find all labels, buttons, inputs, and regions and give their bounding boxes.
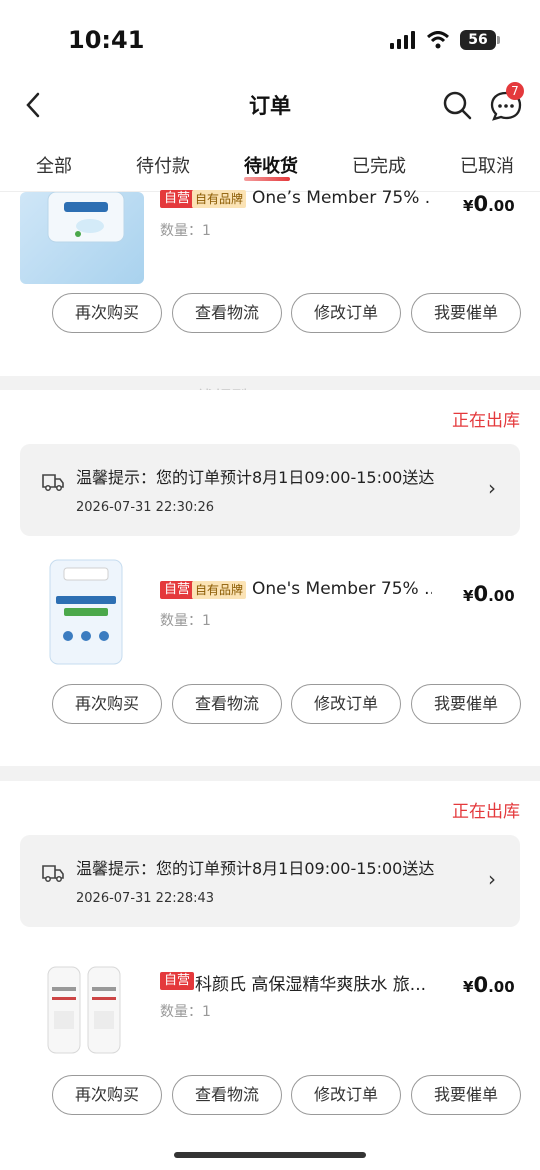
order-card: 正在出库 温馨提示：您的订单预计8月1日09:00-15:00送达 2026-0… bbox=[0, 781, 540, 1170]
urge-order-button[interactable]: 我要催单 bbox=[411, 1075, 521, 1115]
price: ¥0.00 bbox=[463, 973, 515, 997]
delivery-tip[interactable]: 温馨提示：您的订单预计8月1日09:00-15:00送达 2026-07-31 … bbox=[20, 835, 520, 927]
quantity: 数量：1 bbox=[160, 1004, 211, 1020]
product-image[interactable] bbox=[20, 192, 144, 284]
delivery-tip[interactable]: 温馨提示：您的订单预计8月1日09:00-15:00送达 2026-07-31 … bbox=[20, 444, 520, 536]
message-count-badge: 7 bbox=[506, 82, 524, 100]
delivery-truck-icon bbox=[42, 865, 64, 882]
delivery-tip-text: 温馨提示：您的订单预计8月1日09:00-15:00送达 bbox=[76, 468, 435, 487]
tab-completed[interactable]: 已完成 bbox=[352, 152, 406, 178]
self-operated-badge: 自营 bbox=[160, 972, 195, 990]
buy-again-button[interactable]: 再次购买 bbox=[52, 293, 162, 333]
order-card: 正在出库 温馨提示：您的订单预计8月1日09:00-15:00送达 2026-0… bbox=[0, 390, 540, 766]
product-image[interactable] bbox=[42, 556, 130, 668]
urge-order-button[interactable]: 我要催单 bbox=[411, 684, 521, 724]
quantity: 数量：1 bbox=[160, 613, 211, 629]
signal-icon bbox=[390, 31, 415, 49]
modify-order-button[interactable]: 修改订单 bbox=[291, 684, 401, 724]
order-tabs: 全部 待付款 待收货 已完成 已取消 bbox=[0, 140, 540, 192]
delivery-tip-text: 温馨提示：您的订单预计8月1日09:00-15:00送达 bbox=[76, 859, 435, 878]
modify-order-button[interactable]: 修改订单 bbox=[291, 293, 401, 333]
active-tab-indicator bbox=[244, 177, 290, 181]
price: ¥0.00 bbox=[463, 582, 515, 606]
price: ¥0.00 bbox=[463, 192, 515, 216]
own-brand-badge: 自有品牌 bbox=[192, 190, 247, 208]
own-brand-badge: 自有品牌 bbox=[192, 581, 247, 599]
clock: 10:41 bbox=[68, 26, 145, 54]
modify-order-button[interactable]: 修改订单 bbox=[291, 1075, 401, 1115]
chevron-right-icon: › bbox=[488, 867, 496, 891]
self-operated-badge: 自营 bbox=[160, 190, 195, 208]
self-operated-badge: 自营 bbox=[160, 581, 195, 599]
product-image[interactable] bbox=[42, 961, 132, 1057]
delivery-tip-time: 2026-07-31 22:28:43 bbox=[76, 891, 215, 906]
tab-pending-payment[interactable]: 待付款 bbox=[136, 152, 190, 178]
track-shipment-button[interactable]: 查看物流 bbox=[172, 684, 282, 724]
tab-all[interactable]: 全部 bbox=[36, 152, 72, 178]
buy-again-button[interactable]: 再次购买 bbox=[52, 1075, 162, 1115]
battery-icon: 56 bbox=[460, 30, 500, 50]
product-title[interactable]: One’s Member 75% ... bbox=[252, 188, 432, 208]
home-indicator[interactable] bbox=[174, 1152, 366, 1158]
product-title[interactable]: 科颜氏 高保湿精华爽肤水 旅... bbox=[195, 970, 431, 995]
delivery-truck-icon bbox=[42, 474, 64, 491]
search-icon[interactable] bbox=[440, 88, 474, 122]
track-shipment-button[interactable]: 查看物流 bbox=[172, 1075, 282, 1115]
tab-cancelled[interactable]: 已取消 bbox=[460, 152, 514, 178]
buy-again-button[interactable]: 再次购买 bbox=[52, 684, 162, 724]
delivery-tip-time: 2026-07-31 22:30:26 bbox=[76, 500, 215, 515]
quantity: 数量：1 bbox=[160, 223, 211, 239]
order-card: 自营 自有品牌 One’s Member 75% ... 数量：1 ¥0.00 … bbox=[0, 188, 540, 376]
nav-bar: 订单 7 bbox=[0, 80, 540, 140]
order-status: 正在出库 bbox=[452, 411, 520, 431]
order-status: 正在出库 bbox=[452, 802, 520, 822]
product-title[interactable]: One's Member 75% ... bbox=[252, 579, 432, 599]
status-icons: 56 bbox=[390, 30, 500, 50]
urge-order-button[interactable]: 我要催单 bbox=[411, 293, 521, 333]
chevron-right-icon: › bbox=[488, 476, 496, 500]
wifi-icon bbox=[426, 31, 450, 49]
track-shipment-button[interactable]: 查看物流 bbox=[172, 293, 282, 333]
tab-pending-receipt[interactable]: 待收货 bbox=[244, 152, 298, 178]
status-bar: 10:41 56 bbox=[0, 0, 540, 80]
